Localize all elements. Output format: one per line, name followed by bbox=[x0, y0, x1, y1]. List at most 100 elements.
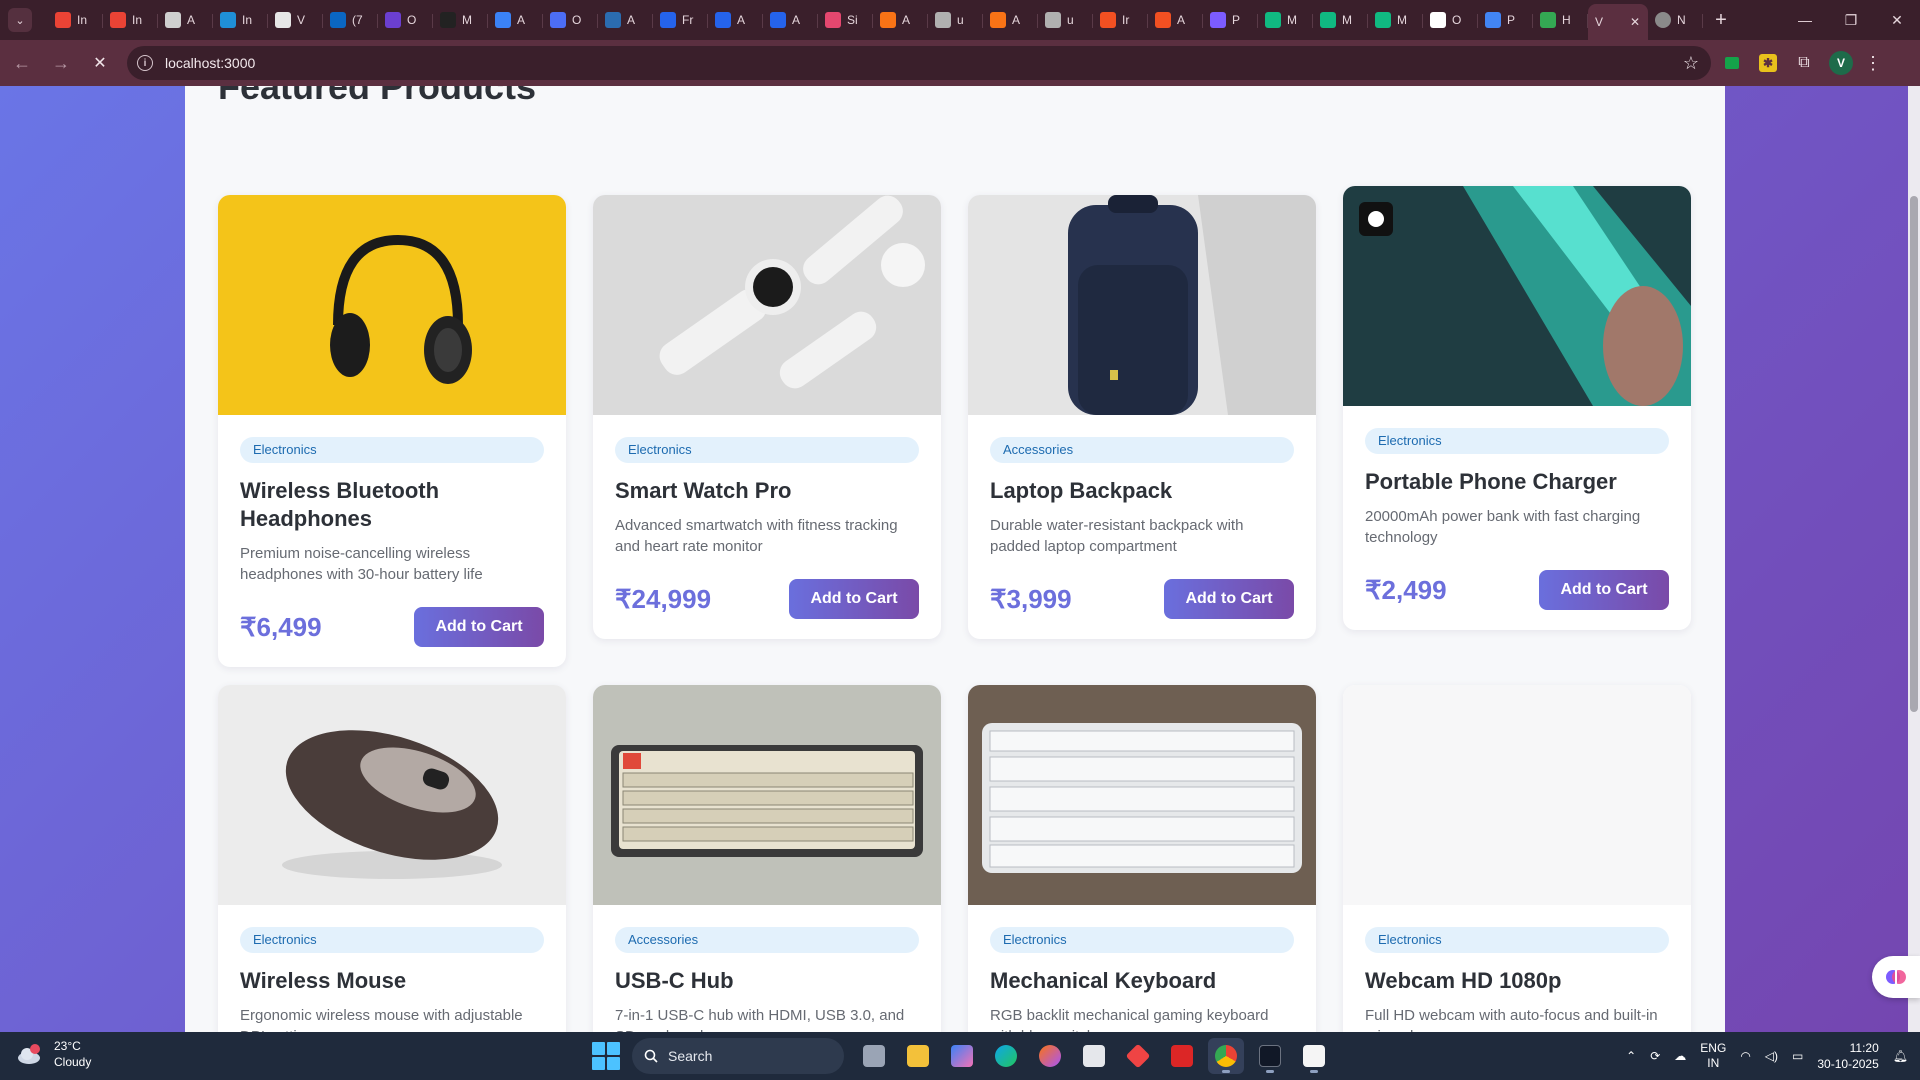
browser-tab[interactable]: O bbox=[378, 4, 433, 36]
product-image[interactable] bbox=[1343, 186, 1691, 406]
browser-tab-active[interactable]: V ✕ bbox=[1588, 4, 1648, 40]
browser-tab[interactable]: A bbox=[1148, 4, 1203, 36]
product-name[interactable]: Wireless Mouse bbox=[240, 967, 544, 995]
terminal-icon[interactable] bbox=[1252, 1038, 1288, 1074]
browser-tab[interactable]: Si bbox=[818, 4, 873, 36]
browser-tab[interactable]: H bbox=[1533, 4, 1588, 36]
product-name[interactable]: Portable Phone Charger bbox=[1365, 468, 1669, 496]
forward-button[interactable]: → bbox=[44, 46, 78, 80]
browser-tab[interactable]: M bbox=[1258, 4, 1313, 36]
browser-tab[interactable]: A bbox=[873, 4, 928, 36]
product-image[interactable] bbox=[968, 195, 1316, 415]
extensions-puzzle-icon[interactable]: ⧉ bbox=[1789, 48, 1819, 78]
language-indicator[interactable]: ENG IN bbox=[1700, 1041, 1726, 1071]
profile-avatar[interactable]: V bbox=[1829, 51, 1853, 75]
git-icon[interactable] bbox=[1120, 1038, 1156, 1074]
product-image[interactable] bbox=[218, 685, 566, 905]
browser-tab[interactable]: M bbox=[1368, 4, 1423, 36]
browser-tab[interactable]: P bbox=[1203, 4, 1258, 36]
browser-tab[interactable]: Ir bbox=[1093, 4, 1148, 36]
close-window-button[interactable]: ✕ bbox=[1874, 0, 1920, 40]
weather-widget[interactable]: 23°C Cloudy bbox=[16, 1038, 91, 1070]
product-name[interactable]: Laptop Backpack bbox=[990, 477, 1294, 505]
notification-bell-icon[interactable]: 🔔︎ bbox=[1893, 1049, 1908, 1063]
scrollbar-thumb[interactable] bbox=[1910, 196, 1918, 712]
tab-search-button[interactable]: ⌄ bbox=[8, 8, 32, 32]
product-card[interactable]: Electronics Portable Phone Charger 20000mA… bbox=[1343, 186, 1691, 630]
browser-tab[interactable]: In bbox=[48, 4, 103, 36]
new-tab-button[interactable]: + bbox=[1707, 6, 1735, 34]
add-to-cart-button[interactable]: Add to Cart bbox=[1164, 579, 1294, 619]
floating-assistant-button[interactable] bbox=[1872, 956, 1920, 998]
stop-loading-button[interactable]: ✕ bbox=[83, 46, 117, 80]
vercel-app-icon[interactable] bbox=[1296, 1038, 1332, 1074]
browser-tab[interactable]: Fr bbox=[653, 4, 708, 36]
browser-tab[interactable]: O bbox=[1423, 4, 1478, 36]
task-view-icon[interactable] bbox=[856, 1038, 892, 1074]
product-card[interactable]: Accessories USB-C Hub 7-in-1 USB-C hub wit… bbox=[593, 685, 941, 1032]
back-button[interactable]: ← bbox=[5, 46, 39, 80]
product-card[interactable]: Electronics Wireless Bluetooth Headphones… bbox=[218, 195, 566, 667]
taskbar-search[interactable]: Search bbox=[632, 1038, 844, 1074]
product-name[interactable]: Webcam HD 1080p bbox=[1365, 967, 1669, 995]
browser-tab[interactable]: A bbox=[708, 4, 763, 36]
sync-icon[interactable]: ⟳ bbox=[1650, 1049, 1660, 1063]
page-scrollbar[interactable] bbox=[1908, 86, 1920, 1032]
browser-tab[interactable]: In bbox=[103, 4, 158, 36]
site-info-icon[interactable]: i bbox=[137, 55, 153, 71]
address-bar[interactable]: i localhost:3000 ☆ bbox=[127, 46, 1711, 80]
browser-tab[interactable]: u bbox=[928, 4, 983, 36]
browser-tab[interactable]: P bbox=[1478, 4, 1533, 36]
product-name[interactable]: Mechanical Keyboard bbox=[990, 967, 1294, 995]
product-card[interactable]: Electronics Mechanical Keyboard RGB backli… bbox=[968, 685, 1316, 1032]
browser-tab[interactable]: u bbox=[1038, 4, 1093, 36]
bookmark-star-icon[interactable]: ☆ bbox=[1683, 53, 1699, 74]
firefox-icon[interactable] bbox=[1032, 1038, 1068, 1074]
file-explorer-icon[interactable] bbox=[900, 1038, 936, 1074]
product-image[interactable] bbox=[593, 195, 941, 415]
maximize-button[interactable]: ❐ bbox=[1828, 0, 1874, 40]
browser-tab[interactable]: M bbox=[433, 4, 488, 36]
clock[interactable]: 11:20 30-10-2025 bbox=[1817, 1040, 1878, 1072]
tab-close-icon[interactable]: ✕ bbox=[1630, 15, 1640, 29]
browser-tab[interactable]: N bbox=[1648, 4, 1703, 36]
product-card[interactable]: Accessories Laptop Backpack Durable water-… bbox=[968, 195, 1316, 639]
browser-tab[interactable]: A bbox=[488, 4, 543, 36]
shield-app-icon[interactable] bbox=[1164, 1038, 1200, 1074]
product-image[interactable] bbox=[968, 685, 1316, 905]
chrome-icon[interactable] bbox=[1208, 1038, 1244, 1074]
store-icon[interactable] bbox=[1076, 1038, 1112, 1074]
browser-tab[interactable]: A bbox=[763, 4, 818, 36]
product-image[interactable] bbox=[218, 195, 566, 415]
browser-menu-icon[interactable]: ⋮ bbox=[1863, 53, 1883, 74]
minimize-button[interactable]: — bbox=[1782, 0, 1828, 40]
edge-icon[interactable] bbox=[988, 1038, 1024, 1074]
product-image[interactable] bbox=[593, 685, 941, 905]
volume-icon[interactable]: ◁) bbox=[1765, 1049, 1778, 1063]
chevron-up-icon[interactable]: ⌃ bbox=[1626, 1049, 1636, 1063]
product-name[interactable]: Smart Watch Pro bbox=[615, 477, 919, 505]
extension-green-icon[interactable] bbox=[1717, 48, 1747, 78]
browser-tab[interactable]: In bbox=[213, 4, 268, 36]
onedrive-icon[interactable]: ☁ bbox=[1674, 1049, 1686, 1063]
start-button[interactable] bbox=[592, 1042, 620, 1070]
browser-tab[interactable]: A bbox=[983, 4, 1038, 36]
wifi-icon[interactable]: ◠ bbox=[1740, 1049, 1750, 1063]
product-name[interactable]: USB-C Hub bbox=[615, 967, 919, 995]
browser-tab[interactable]: (7 bbox=[323, 4, 378, 36]
add-to-cart-button[interactable]: Add to Cart bbox=[414, 607, 544, 647]
browser-tab[interactable]: M bbox=[1313, 4, 1368, 36]
product-card[interactable]: Electronics Smart Watch Pro Advanced smart… bbox=[593, 195, 941, 639]
browser-tab[interactable]: V bbox=[268, 4, 323, 36]
product-card[interactable]: Electronics Wireless Mouse Ergonomic wirel… bbox=[218, 685, 566, 1032]
add-to-cart-button[interactable]: Add to Cart bbox=[789, 579, 919, 619]
product-card[interactable]: Electronics Webcam HD 1080p Full HD webcam… bbox=[1343, 685, 1691, 1032]
product-image[interactable] bbox=[1343, 685, 1691, 905]
copilot-icon[interactable] bbox=[944, 1038, 980, 1074]
add-to-cart-button[interactable]: Add to Cart bbox=[1539, 570, 1669, 610]
browser-tab[interactable]: O bbox=[543, 4, 598, 36]
product-name[interactable]: Wireless Bluetooth Headphones bbox=[240, 477, 544, 533]
browser-tab[interactable]: A bbox=[598, 4, 653, 36]
browser-tab[interactable]: A bbox=[158, 4, 213, 36]
extension-yellow-icon[interactable]: ✱ bbox=[1753, 48, 1783, 78]
